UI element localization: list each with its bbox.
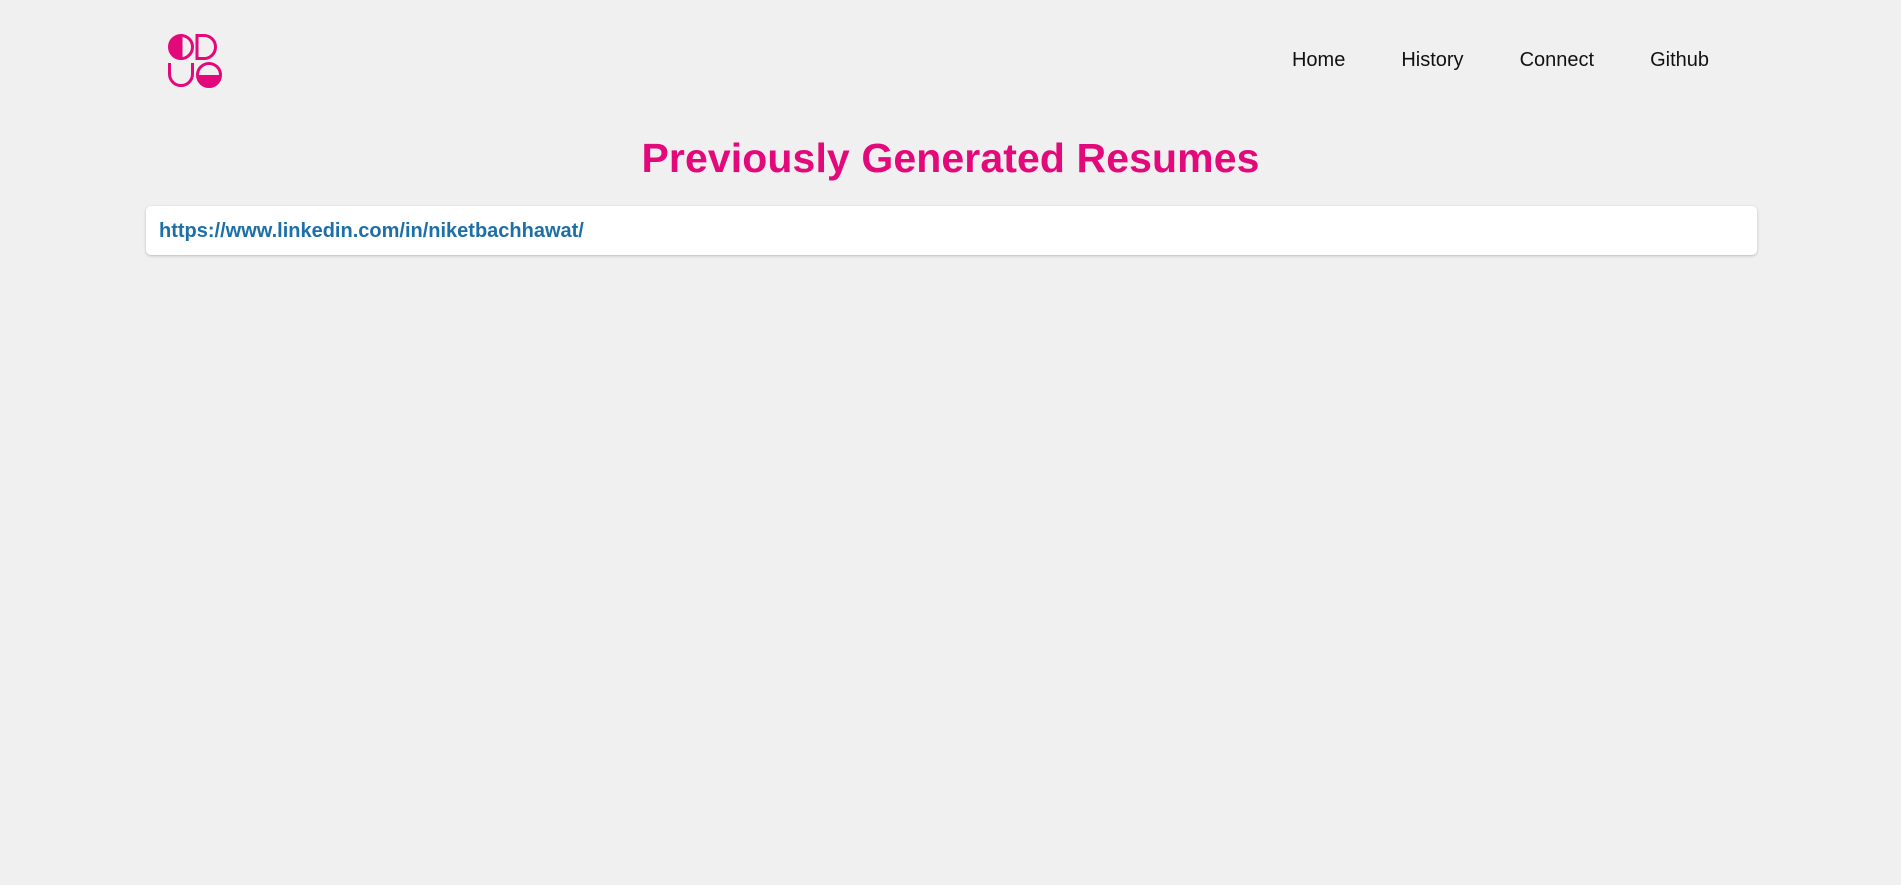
home-logo-link[interactable] [168,33,222,88]
resume-history-linkedin-link[interactable]: https://www.linkedin.com/in/niketbachhaw… [159,217,584,245]
nav-connect-link[interactable]: Connect [1520,46,1595,74]
nav-history-link[interactable]: History [1401,46,1463,74]
resume-history-item: https://www.linkedin.com/in/niketbachhaw… [146,206,1757,255]
nav-github-link[interactable]: Github [1650,46,1709,74]
site-header: Home History Connect Github [0,0,1901,120]
main-navigation: Home History Connect Github [1292,46,1709,74]
logo-icon [168,33,222,88]
resume-history-list: https://www.linkedin.com/in/niketbachhaw… [146,206,1757,255]
nav-home-link[interactable]: Home [1292,46,1345,74]
page-title: Previously Generated Resumes [641,135,1260,181]
